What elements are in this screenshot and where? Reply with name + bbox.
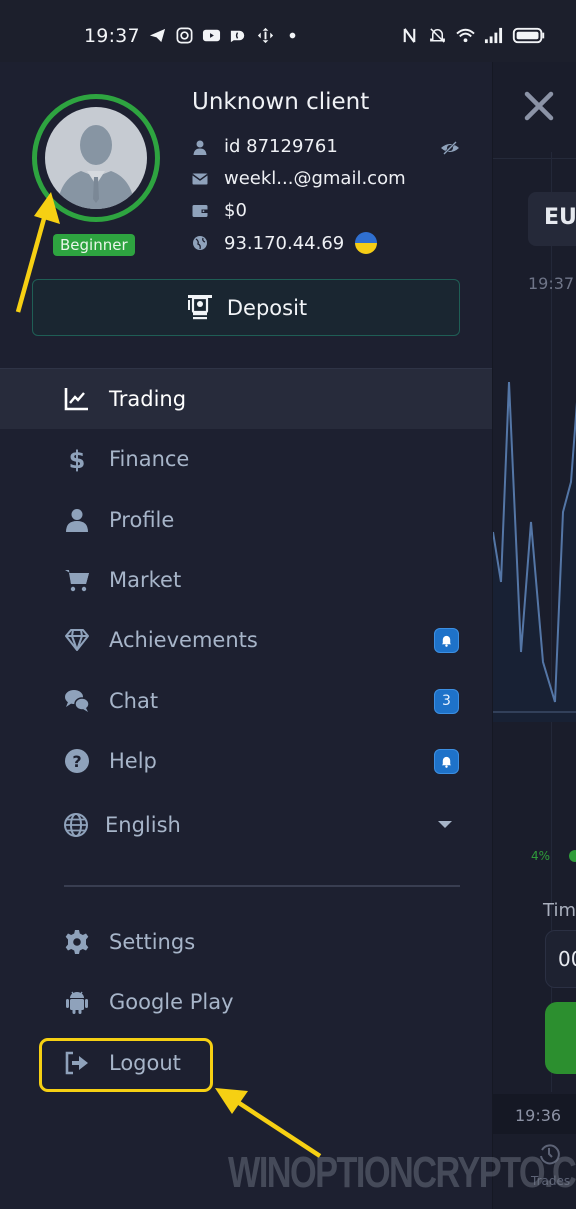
wallet-icon: [192, 203, 208, 219]
balance-row: $0: [192, 200, 247, 221]
menu-item-market[interactable]: Market: [0, 550, 492, 610]
svg-text:?: ?: [72, 752, 81, 771]
percent-label: 4%: [531, 849, 551, 863]
menu-item-settings[interactable]: Settings: [0, 912, 492, 972]
background-trading-screen: EU 19:37 4% Tim 00 19:36 Trades: [492, 62, 576, 1209]
bell-icon: [441, 636, 452, 648]
dot-icon: [283, 26, 302, 45]
svg-text:$: $: [69, 446, 86, 472]
sentiment-dot: [569, 850, 576, 862]
time-input[interactable]: 00: [545, 930, 576, 988]
watermark: WINOPTIONCRYPTO.COM: [228, 1148, 576, 1197]
wifi-icon: [456, 26, 475, 45]
atm-cash-icon: [187, 294, 212, 319]
balance: $0: [224, 200, 247, 221]
caret-down-icon: [438, 821, 452, 829]
user-email: weekl...@gmail.com: [224, 168, 406, 189]
menu-item-trading[interactable]: Trading: [0, 369, 492, 430]
nfc-icon: [400, 26, 419, 45]
eye-slash-icon[interactable]: [440, 138, 460, 158]
menu-item-google-play[interactable]: Google Play: [0, 972, 492, 1032]
client-name: Unknown client: [192, 89, 370, 115]
battery-icon: [512, 26, 546, 45]
user-icon: [192, 139, 208, 155]
language-selector[interactable]: English: [0, 791, 492, 859]
ukraine-flag-icon: [355, 232, 378, 254]
menu-item-finance[interactable]: $ Finance: [0, 429, 492, 489]
user-icon: [64, 507, 90, 533]
android-icon: [64, 989, 90, 1015]
chat-icon: [64, 688, 90, 714]
app-icon: [229, 26, 248, 45]
envelope-icon: [192, 171, 208, 187]
close-icon[interactable]: [521, 88, 557, 124]
status-time: 19:37: [84, 25, 140, 47]
bell-muted-icon: [428, 26, 447, 45]
move-icon: [256, 26, 275, 45]
diamond-icon: [64, 627, 90, 653]
status-bar: 19:37: [0, 0, 576, 62]
user-id: id 87129761: [224, 136, 338, 157]
signal-icon: [484, 26, 503, 45]
cart-icon: [64, 567, 90, 593]
ip-address: 93.170.44.69: [224, 232, 345, 254]
globe-small-icon: [192, 235, 208, 251]
avatar-ring: [32, 94, 160, 222]
strip-time: 19:36: [515, 1106, 562, 1125]
price-chart: [493, 381, 576, 722]
deposit-label: Deposit: [226, 295, 308, 320]
notification-badge: [434, 628, 459, 654]
deposit-button[interactable]: Deposit: [32, 279, 460, 336]
dollar-icon: $: [64, 446, 90, 472]
youtube-icon: [202, 26, 221, 45]
time-label: Tim: [543, 900, 576, 921]
unread-count-badge: 3: [434, 688, 459, 714]
main-menu: Trading $ Finance Profile Market Achieve…: [0, 369, 492, 859]
side-drawer: Beginner Unknown client id 87129761 week…: [0, 62, 492, 1209]
email-row: weekl...@gmail.com: [192, 168, 406, 189]
level-badge: Beginner: [53, 234, 135, 256]
logout-highlight-annotation: [39, 1038, 213, 1092]
chart-line-icon: [64, 386, 90, 412]
user-id-row: id 87129761: [192, 136, 338, 157]
avatar[interactable]: [45, 107, 147, 209]
ip-row: 93.170.44.69: [192, 232, 378, 254]
globe-icon: [63, 812, 89, 838]
question-icon: ?: [64, 748, 90, 774]
bell-icon: [441, 756, 452, 768]
menu-item-help[interactable]: ? Help: [0, 731, 492, 791]
up-button[interactable]: [545, 1002, 576, 1074]
telegram-icon: [148, 26, 167, 45]
divider: [64, 885, 460, 887]
menu-item-profile[interactable]: Profile: [0, 490, 492, 550]
gear-icon: [64, 929, 90, 955]
asset-selector[interactable]: EU: [528, 192, 576, 246]
menu-item-achievements[interactable]: Achievements: [0, 610, 492, 670]
menu-item-chat[interactable]: Chat 3: [0, 670, 492, 730]
instagram-icon: [175, 26, 194, 45]
notification-badge: [434, 748, 459, 774]
